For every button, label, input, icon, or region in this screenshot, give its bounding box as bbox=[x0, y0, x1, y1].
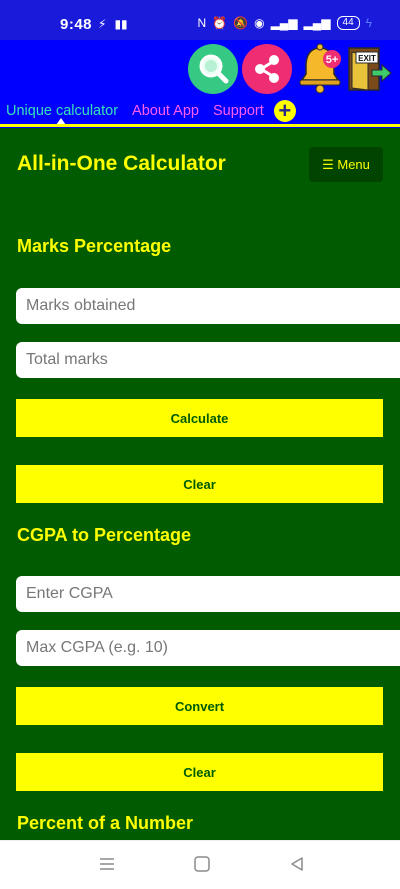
section-title-cgpa: CGPA to Percentage bbox=[17, 525, 192, 545]
status-left-icons: ⚡ ▮▮ bbox=[98, 17, 128, 31]
main-content: All-in-One Calculator ☰ Menu Marks Perce… bbox=[0, 128, 400, 840]
signal-icon: ▂▄▆ bbox=[270, 16, 298, 30]
tab-about-app[interactable]: About App bbox=[132, 103, 199, 119]
signal-icon-2: ▂▄▆ bbox=[303, 16, 331, 30]
section-title-marks-percentage: Marks Percentage bbox=[17, 236, 172, 256]
bell-icon[interactable]: 5+ bbox=[296, 42, 344, 94]
total-marks-input[interactable] bbox=[16, 342, 400, 378]
data-saver-icon: ⚡ bbox=[98, 17, 107, 31]
menu-button[interactable]: ☰ Menu bbox=[309, 147, 383, 182]
share-icon[interactable] bbox=[242, 44, 292, 94]
add-tab-button[interactable]: + bbox=[273, 100, 296, 122]
wifi-icon: ◉ bbox=[254, 16, 265, 30]
exit-label: EXIT bbox=[358, 54, 376, 63]
battery-icon: 44 bbox=[336, 16, 360, 30]
nfc-icon: N bbox=[197, 16, 207, 30]
status-right: N ⏰ 🔕 ◉ ▂▄▆ ▂▄▆ 44 ϟ bbox=[198, 16, 372, 30]
alarm-icon: ⏰ bbox=[212, 16, 228, 30]
mute-icon: 🔕 bbox=[233, 16, 249, 30]
navigation-bar bbox=[0, 840, 400, 889]
app-header: 5+ EXIT Unique calculator About App Supp… bbox=[0, 40, 400, 128]
max-cgpa-input[interactable] bbox=[16, 630, 400, 666]
header-icons: 5+ EXIT bbox=[188, 42, 392, 94]
tab-unique-calculator[interactable]: Unique calculator bbox=[6, 103, 118, 119]
section-title-percent-of-number: Percent of a Number bbox=[17, 813, 194, 833]
book-icon: ▮▮ bbox=[114, 17, 128, 31]
status-time: 9:48 bbox=[60, 16, 93, 33]
search-icon[interactable] bbox=[188, 44, 238, 94]
notification-badge: 5+ bbox=[326, 54, 339, 66]
clear-marks-button[interactable]: Clear bbox=[16, 465, 383, 503]
convert-button[interactable]: Convert bbox=[16, 687, 383, 725]
exit-icon[interactable]: EXIT bbox=[346, 42, 392, 94]
tab-underline bbox=[0, 124, 400, 127]
calculate-button[interactable]: Calculate bbox=[16, 399, 383, 437]
back-icon[interactable] bbox=[288, 855, 306, 878]
tab-bar: Unique calculator About App Support + bbox=[0, 98, 296, 124]
clear-cgpa-button[interactable]: Clear bbox=[16, 753, 383, 791]
page-title: All-in-One Calculator bbox=[17, 152, 226, 175]
marks-obtained-input[interactable] bbox=[16, 288, 400, 324]
status-bar: 9:48 ⚡ ▮▮ N ⏰ 🔕 ◉ ▂▄▆ ▂▄▆ 44 ϟ bbox=[0, 0, 400, 40]
home-icon[interactable] bbox=[193, 855, 211, 878]
tab-support[interactable]: Support bbox=[213, 103, 264, 119]
recents-icon[interactable] bbox=[98, 855, 116, 878]
charging-icon: ϟ bbox=[365, 16, 372, 30]
cgpa-input[interactable] bbox=[16, 576, 400, 612]
